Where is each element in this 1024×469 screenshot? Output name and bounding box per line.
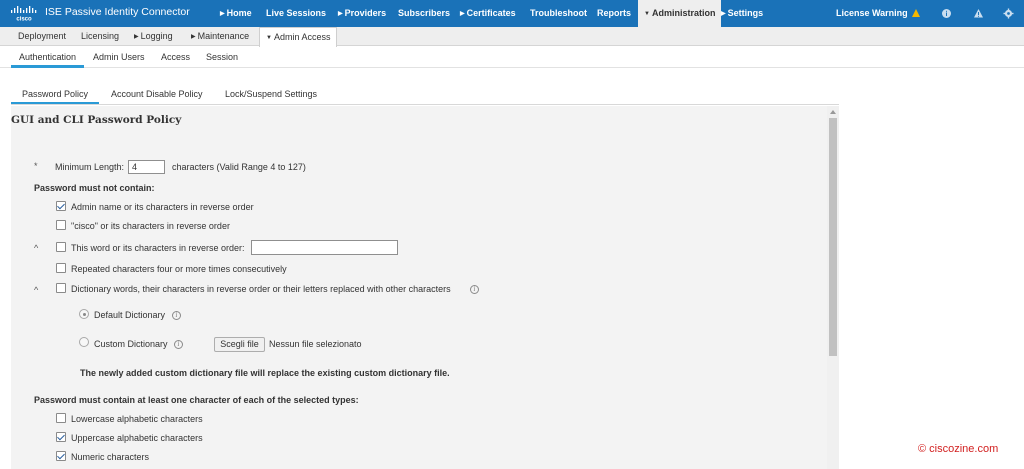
subnav-admin-access-label: Admin Access <box>273 32 331 42</box>
nav-providers[interactable]: ▶ Providers <box>338 0 386 27</box>
policy-title: GUI and CLI Password Policy <box>11 114 182 126</box>
numeric-checkbox[interactable] <box>56 451 66 461</box>
caret-marker: ^ <box>34 243 39 253</box>
lowercase-label: Lowercase alphabetic characters <box>71 414 203 424</box>
nav-certificates[interactable]: ▶ Certificates <box>460 0 516 27</box>
caret-right-icon: ▶ <box>134 34 139 40</box>
tab-account-disable-policy[interactable]: Account Disable Policy <box>111 88 203 105</box>
info-circle-icon[interactable] <box>941 8 952 19</box>
info-icon[interactable]: i <box>172 311 181 320</box>
repeated-chars-checkbox[interactable] <box>56 263 66 273</box>
uppercase-checkbox[interactable] <box>56 432 66 442</box>
uppercase-label: Uppercase alphabetic characters <box>71 433 203 443</box>
admin-name-label: Admin name or its characters in reverse … <box>71 202 254 212</box>
nav-home[interactable]: ▶ Home <box>220 0 252 27</box>
nav-settings-label: Settings <box>727 8 764 18</box>
admin-name-checkbox[interactable] <box>56 201 66 211</box>
info-icon[interactable]: i <box>174 340 183 349</box>
this-word-checkbox[interactable] <box>56 242 66 252</box>
caret-down-icon: ▼ <box>644 11 650 17</box>
default-dictionary-radio[interactable] <box>79 309 89 319</box>
scrollbar-thumb[interactable] <box>829 118 837 356</box>
nav-administration[interactable]: ▼ Administration <box>638 0 722 27</box>
subnav-maintenance[interactable]: ▶ Maintenance <box>191 27 249 46</box>
subnav-maintenance-label: Maintenance <box>197 31 250 41</box>
license-warning-label: License Warning <box>836 8 908 18</box>
nav-certificates-label: Certificates <box>466 8 516 18</box>
nav-troubleshoot[interactable]: Troubleshoot <box>530 0 587 27</box>
subnav-logging-label: Logging <box>140 31 173 41</box>
nav-home-label: Home <box>226 8 252 18</box>
subnav-logging[interactable]: ▶ Logging <box>134 27 173 46</box>
custom-dictionary-radio[interactable] <box>79 337 89 347</box>
default-dictionary-label: Default Dictionary <box>94 310 166 320</box>
required-marker: * <box>34 161 38 171</box>
numeric-label: Numeric characters <box>71 452 150 462</box>
tab-divider <box>11 104 839 105</box>
nav-admin-users[interactable]: Admin Users <box>93 47 145 68</box>
nav-live-sessions[interactable]: Live Sessions <box>266 0 326 27</box>
gear-icon[interactable] <box>1003 8 1014 19</box>
cisco-checkbox[interactable] <box>56 220 66 230</box>
scroll-up-arrow-icon[interactable] <box>830 110 836 114</box>
warning-triangle-icon <box>911 9 920 17</box>
min-length-label: Minimum Length: <box>55 162 125 172</box>
alert-icon[interactable] <box>973 8 984 19</box>
this-word-input[interactable] <box>251 240 398 255</box>
admin-access-navigation: Authentication Admin Users Access Sessio… <box>0 47 1024 68</box>
caret-right-icon: ▶ <box>721 11 726 17</box>
caret-right-icon: ▶ <box>338 11 343 17</box>
admin-sub-navigation: Deployment Licensing ▶ Logging ▶ Maintenan… <box>0 27 1024 47</box>
caret-marker: ^ <box>34 285 39 295</box>
no-file-selected-text: Nessun file selezionato <box>269 339 362 349</box>
nav-session[interactable]: Session <box>206 47 238 68</box>
nav-providers-label: Providers <box>344 8 387 18</box>
tab-password-policy[interactable]: Password Policy <box>11 88 99 105</box>
subnav-admin-access[interactable]: ▼ Admin Access <box>259 27 338 47</box>
custom-dictionary-note: The newly added custom dictionary file w… <box>80 368 450 378</box>
caret-right-icon: ▶ <box>220 11 225 17</box>
nav-subscribers[interactable]: Subscribers <box>398 0 450 27</box>
nav-reports[interactable]: Reports <box>597 0 631 27</box>
min-length-input[interactable]: 4 <box>128 160 165 174</box>
repeated-chars-label: Repeated characters four or more times c… <box>71 264 287 274</box>
dictionary-words-checkbox[interactable] <box>56 283 66 293</box>
lowercase-checkbox[interactable] <box>56 413 66 423</box>
custom-dictionary-label: Custom Dictionary <box>94 339 168 349</box>
caret-down-icon: ▼ <box>266 35 272 41</box>
app-title: ISE Passive Identity Connector <box>45 6 190 18</box>
nav-authentication[interactable]: Authentication <box>11 47 85 68</box>
subnav-licensing[interactable]: Licensing <box>81 27 119 46</box>
caret-right-icon: ▶ <box>460 11 465 17</box>
license-warning[interactable]: License Warning <box>836 0 920 27</box>
cisco-label: "cisco" or its characters in reverse ord… <box>71 221 230 231</box>
choose-file-button[interactable]: Scegli file <box>214 337 265 352</box>
cisco-logo[interactable]: cisco <box>10 5 38 22</box>
must-contain-heading: Password must contain at least one chara… <box>34 395 359 405</box>
nav-settings[interactable]: ▶ Settings <box>721 0 763 27</box>
dictionary-words-label: Dictionary words, their characters in re… <box>71 284 451 294</box>
caret-right-icon: ▶ <box>191 34 196 40</box>
subnav-deployment[interactable]: Deployment <box>18 27 66 46</box>
cisco-logo-text: cisco <box>16 17 32 23</box>
this-word-label: This word or its characters in reverse o… <box>71 243 245 253</box>
watermark: © ciscozine.com <box>918 443 999 455</box>
info-icon[interactable]: i <box>470 285 479 294</box>
top-navigation-bar: cisco ISE Passive Identity Connector ▶ Ho… <box>0 0 1024 27</box>
nav-access[interactable]: Access <box>161 47 190 68</box>
must-not-contain-heading: Password must not contain: <box>34 183 155 193</box>
min-length-hint: characters (Valid Range 4 to 127) <box>172 162 306 172</box>
tab-lock-suspend-settings[interactable]: Lock/Suspend Settings <box>225 88 317 105</box>
nav-administration-label: Administration <box>651 8 716 18</box>
